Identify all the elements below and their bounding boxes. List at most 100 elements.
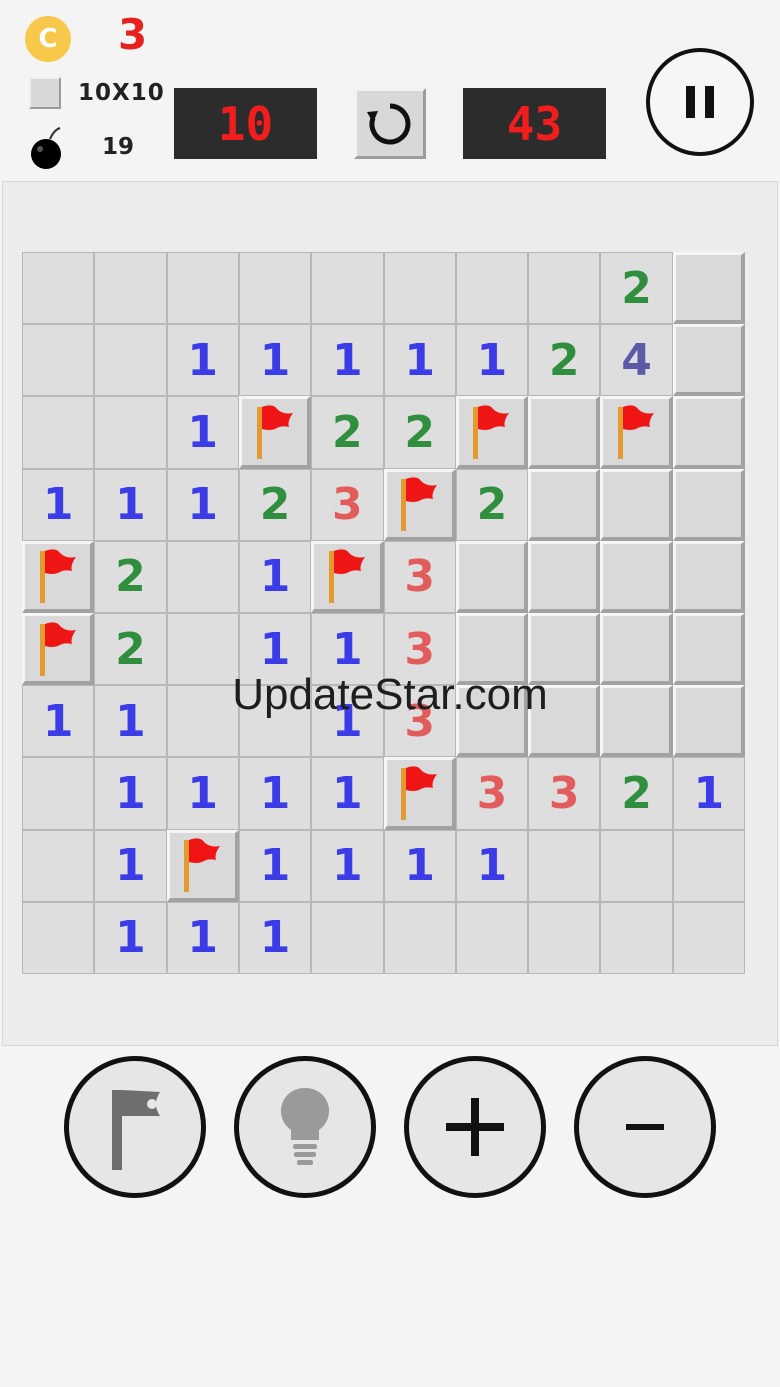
restart-icon [367,103,411,144]
number-cell[interactable]: 1 [672,757,745,830]
number-cell[interactable]: 2 [455,468,529,541]
flagged-cell[interactable] [383,757,456,830]
zoom-out-button[interactable] [574,1056,716,1198]
empty-cell [383,901,456,974]
flag-icon [36,620,80,678]
number-cell[interactable]: 1 [166,901,239,974]
minefield-grid[interactable]: 2111112412211123221321131113111133211111… [22,252,745,974]
covered-cell[interactable] [600,540,673,613]
covered-cell[interactable] [672,252,745,325]
empty-cell [94,324,167,397]
zoom-in-button[interactable] [404,1056,546,1198]
empty-cell [94,396,167,469]
empty-cell [528,901,601,974]
empty-cell [528,829,601,902]
flag-icon [253,403,297,461]
number-cell[interactable]: 1 [311,324,384,397]
number-cell[interactable]: 1 [94,901,167,974]
number-cell[interactable]: 2 [600,252,673,325]
number-cell[interactable]: 1 [455,829,529,902]
number-cell[interactable]: 1 [94,829,167,902]
empty-cell [383,252,456,325]
number-cell[interactable]: 2 [94,540,167,613]
flag-icon [397,475,441,533]
mine-total: 19 [102,134,135,160]
number-cell[interactable]: 1 [383,829,456,902]
number-cell[interactable]: 1 [311,757,384,830]
watermark: UpdateStar.com [232,670,548,719]
number-cell[interactable]: 3 [383,540,456,613]
number-cell[interactable]: 2 [383,396,456,469]
flag-icon [325,547,369,605]
number-cell[interactable]: 1 [94,468,167,541]
covered-cell[interactable] [672,396,745,469]
number-cell[interactable]: 3 [528,757,601,830]
number-cell[interactable]: 2 [600,757,673,830]
number-cell[interactable]: 1 [238,901,312,974]
flag-mode-button[interactable] [64,1056,206,1198]
covered-cell[interactable] [455,540,529,613]
covered-cell[interactable] [600,468,673,541]
empty-cell [94,252,167,325]
flagged-cell[interactable] [455,396,529,469]
number-cell[interactable]: 1 [166,396,239,469]
empty-cell [22,829,95,902]
flagged-cell[interactable] [600,396,673,469]
mines-remaining-counter: 10 [174,88,317,159]
coin-count: 3 [118,10,148,59]
empty-cell [22,252,95,325]
flagged-cell[interactable] [22,540,95,613]
number-cell[interactable]: 1 [22,468,95,541]
empty-cell [600,901,673,974]
minus-icon [626,1124,664,1130]
flagged-cell[interactable] [238,396,312,469]
number-cell[interactable]: 2 [238,468,312,541]
covered-cell[interactable] [672,468,745,541]
flag-icon [112,1090,160,1170]
number-cell[interactable]: 1 [238,540,312,613]
hint-button[interactable] [234,1056,376,1198]
number-cell[interactable]: 1 [166,757,239,830]
covered-cell[interactable] [528,468,601,541]
number-cell[interactable]: 3 [455,757,529,830]
board-size-label: 10X10 [78,80,165,106]
timer: 43 [463,88,606,159]
covered-cell[interactable] [528,396,601,469]
empty-cell [22,901,95,974]
number-cell[interactable]: 1 [94,757,167,830]
lightbulb-icon [280,1087,330,1165]
empty-cell [166,252,239,325]
number-cell[interactable]: 1 [238,757,312,830]
plus-icon [446,1098,504,1156]
empty-cell [672,901,745,974]
number-cell[interactable]: 1 [166,468,239,541]
pause-button[interactable] [646,48,754,156]
flag-icon [469,403,513,461]
covered-cell[interactable] [528,540,601,613]
empty-cell [455,901,529,974]
empty-cell [22,324,95,397]
empty-cell [22,396,95,469]
number-cell[interactable]: 1 [311,829,384,902]
number-cell[interactable]: 2 [311,396,384,469]
number-cell[interactable]: 1 [166,324,239,397]
empty-cell [672,829,745,902]
number-cell[interactable]: 2 [528,324,601,397]
flag-icon [180,836,224,894]
number-cell[interactable]: 1 [238,829,312,902]
number-cell[interactable]: 4 [600,324,673,397]
flagged-cell[interactable] [311,540,384,613]
empty-cell [311,901,384,974]
restart-button[interactable] [354,88,426,159]
number-cell[interactable]: 1 [455,324,529,397]
flagged-cell[interactable] [166,829,239,902]
flagged-cell[interactable] [383,468,456,541]
empty-cell [455,252,529,325]
covered-cell[interactable] [672,540,745,613]
number-cell[interactable]: 1 [383,324,456,397]
number-cell[interactable]: 3 [311,468,384,541]
covered-cell[interactable] [672,324,745,397]
board-size-icon [29,77,61,109]
number-cell[interactable]: 1 [238,324,312,397]
empty-cell [311,252,384,325]
